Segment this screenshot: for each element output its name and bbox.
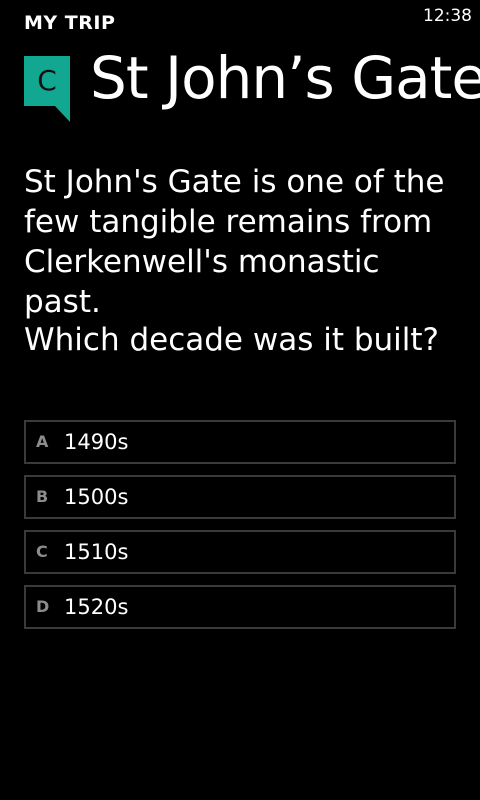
answer-list: A 1490s B 1500s C 1510s D 1520s	[24, 420, 456, 640]
answer-letter: C	[36, 542, 48, 561]
question-intro: St John's Gate is one of the few tangibl…	[24, 164, 445, 320]
answer-letter: B	[36, 487, 49, 506]
answer-option-b[interactable]: B 1500s	[24, 475, 456, 519]
answer-option-a[interactable]: A 1490s	[24, 420, 456, 464]
answer-letter: D	[36, 597, 50, 616]
answer-letter: A	[36, 432, 49, 451]
status-clock: 12:38	[423, 6, 472, 26]
category-badge: C	[24, 56, 70, 106]
answer-option-d[interactable]: D 1520s	[24, 585, 456, 629]
answer-text: 1500s	[64, 485, 129, 509]
badge-tail-icon	[55, 106, 70, 122]
question-prompt: Which decade was it built?	[24, 322, 439, 358]
badge-letter: C	[37, 64, 57, 97]
answer-text: 1520s	[64, 595, 129, 619]
answer-text: 1510s	[64, 540, 129, 564]
app-title: MY TRIP	[24, 12, 116, 34]
page-header: C St John’s Gate	[24, 50, 480, 130]
answer-option-c[interactable]: C 1510s	[24, 530, 456, 574]
page-title: St John’s Gate	[90, 50, 480, 112]
answer-text: 1490s	[64, 430, 129, 454]
